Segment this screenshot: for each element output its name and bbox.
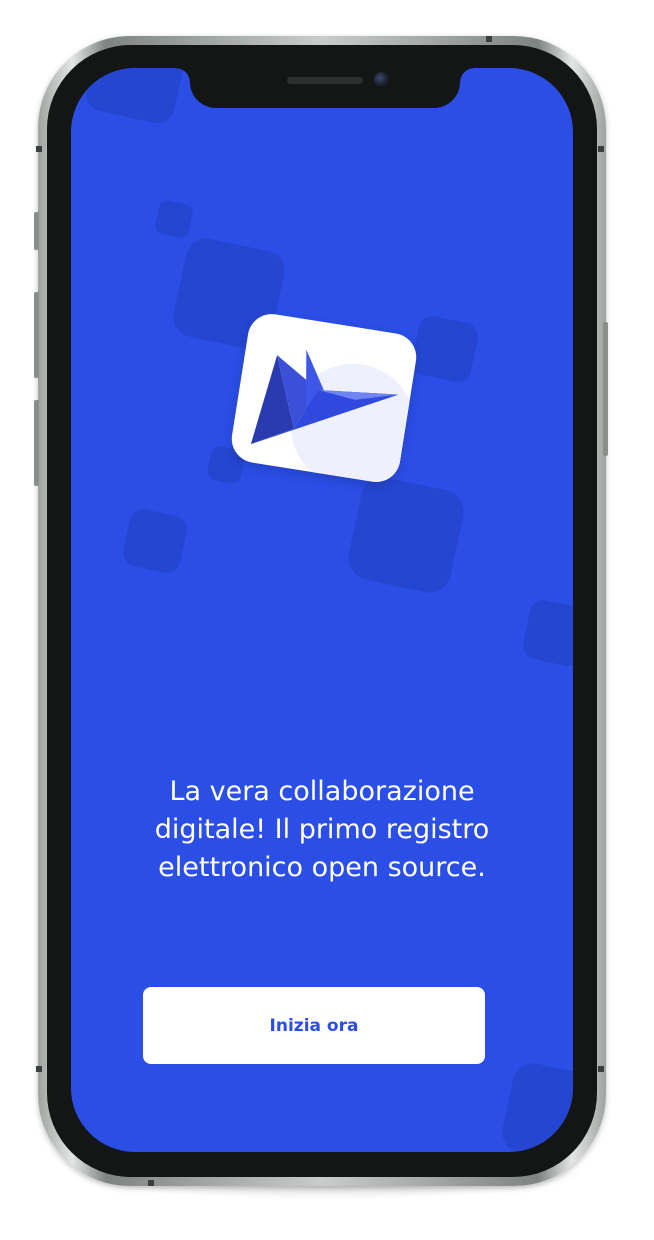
decorative-square <box>153 198 195 240</box>
antenna-line <box>36 146 42 152</box>
decorative-square <box>498 1059 573 1152</box>
decorative-square <box>409 313 481 385</box>
paper-bird-logo-icon <box>250 349 415 486</box>
decorative-square <box>344 473 468 597</box>
earpiece-speaker <box>287 77 363 84</box>
volume-down-button <box>34 400 39 486</box>
app-logo <box>228 310 420 486</box>
power-button <box>603 322 608 456</box>
app-screen: La vera collaborazione digitale! Il prim… <box>71 68 573 1152</box>
volume-up-button <box>34 292 39 378</box>
device-notch <box>176 68 474 108</box>
decorative-square <box>120 506 190 576</box>
antenna-line <box>598 1066 604 1072</box>
antenna-line <box>486 36 492 42</box>
logo-card <box>228 310 420 486</box>
silent-switch <box>34 212 39 250</box>
decorative-square <box>82 68 190 127</box>
antenna-line <box>598 146 604 152</box>
front-camera <box>374 72 389 87</box>
start-now-button[interactable]: Inizia ora <box>143 987 485 1064</box>
onboarding-tagline: La vera collaborazione digitale! Il prim… <box>154 776 490 883</box>
decorative-square <box>520 597 573 669</box>
antenna-line <box>148 1180 154 1186</box>
antenna-line <box>36 1066 42 1072</box>
device-mockup: La vera collaborazione digitale! Il prim… <box>0 0 654 1240</box>
